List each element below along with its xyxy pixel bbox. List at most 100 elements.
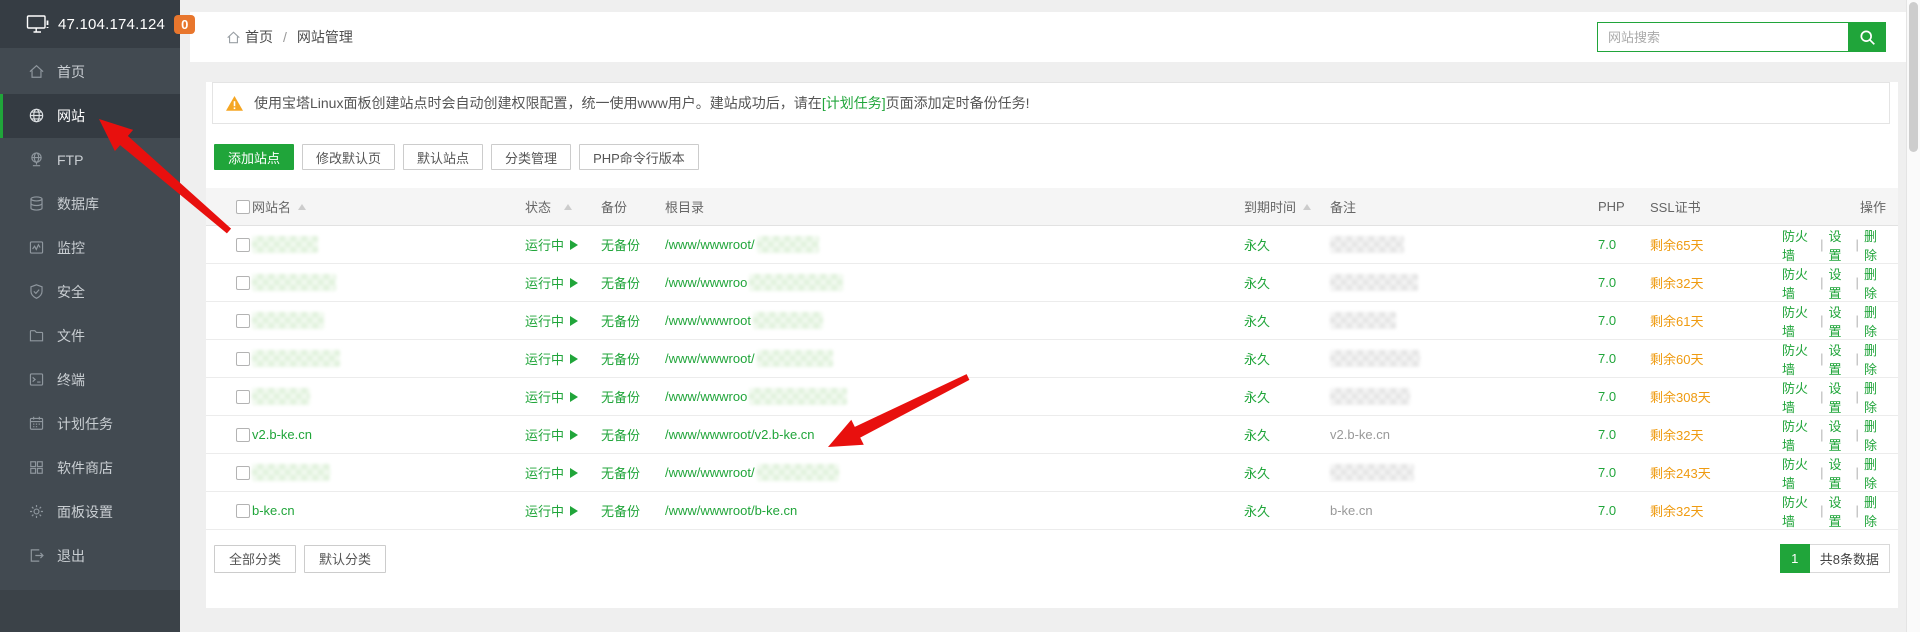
site-backup[interactable]: 无备份 (601, 349, 665, 368)
site-ssl-cert[interactable]: 剩余32天 (1650, 501, 1782, 520)
site-ssl-cert[interactable]: 剩余32天 (1650, 425, 1782, 444)
sidebar-item-site[interactable]: 网站 (0, 94, 180, 138)
action-settings[interactable]: 设置 (1828, 454, 1850, 492)
row-checkbox[interactable] (236, 238, 250, 252)
action-delete[interactable]: 删除 (1864, 226, 1886, 264)
site-name[interactable] (252, 236, 525, 253)
site-backup[interactable]: 无备份 (601, 425, 665, 444)
sidebar-item-soft[interactable]: 软件商店 (0, 446, 180, 490)
site-ssl-cert[interactable]: 剩余61天 (1650, 311, 1782, 330)
site-ssl-cert[interactable]: 剩余243天 (1650, 463, 1782, 482)
site-remark[interactable] (1330, 274, 1598, 291)
action-firewall[interactable]: 防火墙 (1782, 302, 1815, 340)
edit-default-button[interactable]: 修改默认页 (302, 144, 395, 170)
sidebar-item-database[interactable]: 数据库 (0, 182, 180, 226)
site-name[interactable]: v2.b-ke.cn (252, 427, 525, 442)
sidebar-item-config[interactable]: 面板设置 (0, 490, 180, 534)
action-delete[interactable]: 删除 (1864, 264, 1886, 302)
site-root-path[interactable]: /www/wwwroo (665, 274, 1244, 291)
breadcrumb-home[interactable]: 首页 (245, 27, 273, 47)
site-name[interactable] (252, 274, 525, 291)
row-checkbox[interactable] (236, 390, 250, 404)
sidebar-item-cron[interactable]: 计划任务 (0, 402, 180, 446)
sort-caret-icon[interactable] (298, 204, 306, 210)
site-remark[interactable] (1330, 388, 1598, 405)
site-backup[interactable]: 无备份 (601, 463, 665, 482)
sidebar-item-terminal[interactable]: 终端 (0, 358, 180, 402)
all-categories-button[interactable]: 全部分类 (214, 545, 296, 573)
site-name[interactable] (252, 350, 525, 367)
site-remark[interactable] (1330, 236, 1598, 253)
column-header-status[interactable]: 状态 (525, 197, 601, 216)
site-backup[interactable]: 无备份 (601, 501, 665, 520)
sidebar-item-home[interactable]: 首页 (0, 50, 180, 94)
action-settings[interactable]: 设置 (1828, 226, 1850, 264)
select-all-checkbox[interactable] (236, 200, 250, 214)
row-checkbox[interactable] (236, 466, 250, 480)
site-status[interactable]: 运行中 (525, 235, 601, 254)
action-firewall[interactable]: 防火墙 (1782, 340, 1815, 378)
action-settings[interactable]: 设置 (1828, 378, 1850, 416)
site-remark[interactable]: v2.b-ke.cn (1330, 427, 1598, 442)
site-status[interactable]: 运行中 (525, 387, 601, 406)
action-firewall[interactable]: 防火墙 (1782, 492, 1815, 530)
site-status[interactable]: 运行中 (525, 425, 601, 444)
action-delete[interactable]: 删除 (1864, 378, 1886, 416)
row-checkbox[interactable] (236, 504, 250, 518)
page-1-button[interactable]: 1 (1780, 544, 1810, 573)
row-checkbox[interactable] (236, 314, 250, 328)
row-checkbox[interactable] (236, 352, 250, 366)
row-checkbox[interactable] (236, 276, 250, 290)
site-name[interactable] (252, 388, 525, 405)
action-firewall[interactable]: 防火墙 (1782, 226, 1815, 264)
php-cli-button[interactable]: PHP命令行版本 (579, 144, 699, 170)
search-input[interactable] (1597, 22, 1848, 52)
site-remark[interactable]: b-ke.cn (1330, 503, 1598, 518)
site-root-path[interactable]: /www/wwwroot/v2.b-ke.cn (665, 427, 1244, 442)
search-button[interactable] (1848, 22, 1886, 52)
action-delete[interactable]: 删除 (1864, 416, 1886, 454)
site-backup[interactable]: 无备份 (601, 273, 665, 292)
message-count-badge[interactable]: 0 (174, 15, 195, 34)
site-status[interactable]: 运行中 (525, 463, 601, 482)
site-name[interactable] (252, 312, 525, 329)
site-remark[interactable] (1330, 350, 1598, 367)
sort-caret-icon[interactable] (1303, 204, 1311, 210)
action-firewall[interactable]: 防火墙 (1782, 416, 1815, 454)
site-ssl-cert[interactable]: 剩余65天 (1650, 235, 1782, 254)
site-name[interactable] (252, 464, 525, 481)
column-header-name[interactable]: 网站名 (252, 197, 525, 216)
action-firewall[interactable]: 防火墙 (1782, 264, 1815, 302)
site-remark[interactable] (1330, 312, 1598, 329)
site-root-path[interactable]: /www/wwwroot (665, 312, 1244, 329)
site-status[interactable]: 运行中 (525, 273, 601, 292)
action-delete[interactable]: 删除 (1864, 454, 1886, 492)
action-delete[interactable]: 删除 (1864, 492, 1886, 530)
add-site-button[interactable]: 添加站点 (214, 144, 294, 170)
site-backup[interactable]: 无备份 (601, 387, 665, 406)
action-settings[interactable]: 设置 (1828, 264, 1850, 302)
site-status[interactable]: 运行中 (525, 349, 601, 368)
sidebar-item-monitor[interactable]: 监控 (0, 226, 180, 270)
action-settings[interactable]: 设置 (1828, 302, 1850, 340)
default-site-button[interactable]: 默认站点 (403, 144, 483, 170)
action-delete[interactable]: 删除 (1864, 302, 1886, 340)
action-settings[interactable]: 设置 (1828, 340, 1850, 378)
site-status[interactable]: 运行中 (525, 501, 601, 520)
action-firewall[interactable]: 防火墙 (1782, 454, 1815, 492)
site-ssl-cert[interactable]: 剩余308天 (1650, 387, 1782, 406)
sidebar-item-logout[interactable]: 退出 (0, 534, 180, 578)
category-mgmt-button[interactable]: 分类管理 (491, 144, 571, 170)
site-remark[interactable] (1330, 464, 1598, 481)
site-root-path[interactable]: /www/wwwroot/ (665, 236, 1244, 253)
site-ssl-cert[interactable]: 剩余32天 (1650, 273, 1782, 292)
sidebar-item-security[interactable]: 安全 (0, 270, 180, 314)
site-root-path[interactable]: /www/wwwroot/ (665, 350, 1244, 367)
site-root-path[interactable]: /www/wwwroot/ (665, 464, 1244, 481)
site-status[interactable]: 运行中 (525, 311, 601, 330)
site-backup[interactable]: 无备份 (601, 235, 665, 254)
scrollbar-thumb[interactable] (1909, 2, 1918, 152)
row-checkbox[interactable] (236, 428, 250, 442)
column-header-expire[interactable]: 到期时间 (1244, 197, 1330, 216)
default-category-button[interactable]: 默认分类 (304, 545, 386, 573)
